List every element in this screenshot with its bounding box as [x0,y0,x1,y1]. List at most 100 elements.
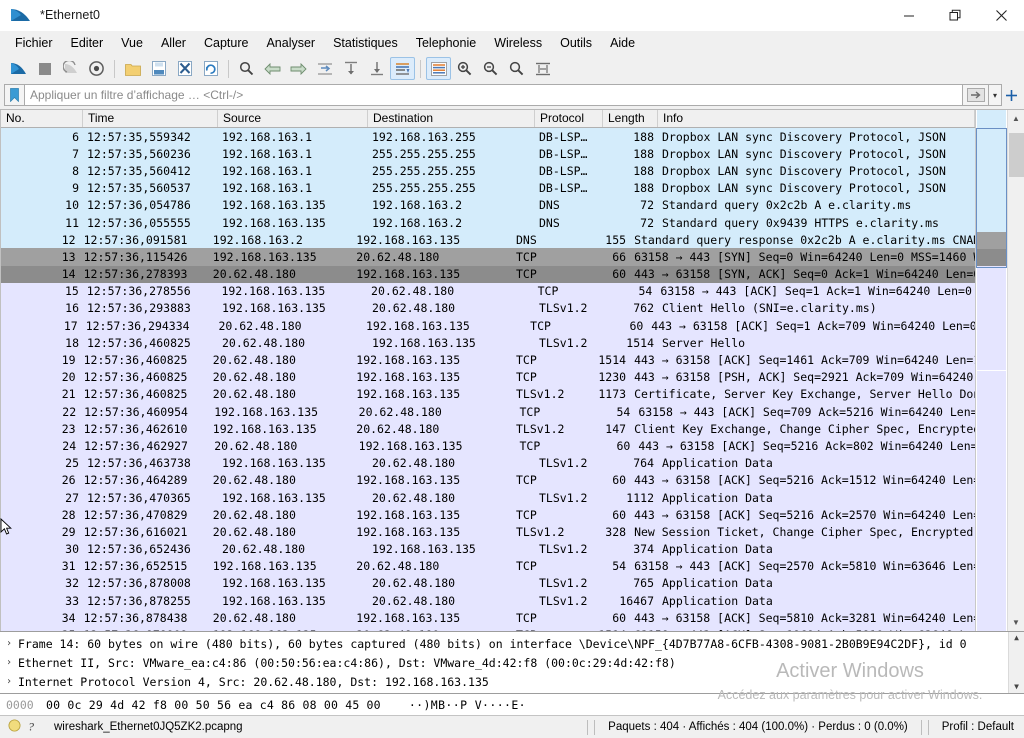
packet-list-rows[interactable]: 6 12:57:35,559342 192.168.163.1 192.168.163… [1,128,975,631]
packet-list-header[interactable]: No. Time Source Destination Protocol Length In… [1,110,975,128]
menu-vue[interactable]: Vue [112,33,152,54]
packet-list-scrollbar[interactable]: ▲ ▼ [1007,110,1024,631]
menu-telephonie[interactable]: Telephonie [407,33,485,54]
minimap-row[interactable] [977,335,1006,354]
close-file-icon[interactable] [172,57,197,80]
minimap-row[interactable] [977,405,1006,423]
minimap-row[interactable] [977,578,1006,597]
go-back-icon[interactable] [260,57,285,80]
display-filter-input-wrap[interactable] [24,84,963,106]
details-scroll-up-arrow-icon[interactable]: ▲ [1014,632,1019,644]
menu-analyser[interactable]: Analyser [257,33,324,54]
expand-triangle-icon[interactable]: › [0,676,18,687]
table-row[interactable]: 14 12:57:36,278393 20.62.48.180 192.168.163… [1,265,975,283]
table-row[interactable]: 19 12:57:36,460825 20.62.48.180 192.168.163… [1,351,975,369]
table-row[interactable]: 21 12:57:36,460825 20.62.48.180 192.168.163… [1,385,975,403]
minimap-row[interactable] [977,110,1006,128]
filter-apply-arrow-icon[interactable] [963,84,989,106]
capture-file-properties-icon[interactable]: ? [27,719,40,736]
minimap-row[interactable] [977,353,1006,371]
detail-tree-item[interactable]: › Ethernet II, Src: VMware_ea:c4:86 (00:5… [0,653,1008,672]
go-to-packet-icon[interactable] [312,57,337,80]
table-row[interactable]: 7 12:57:35,560236 192.168.163.1 255.255.255… [1,145,975,163]
scrollbar-thumb[interactable] [1008,133,1024,177]
table-row[interactable]: 23 12:57:36,462610 192.168.163.135 20.62.48… [1,420,975,438]
expand-triangle-icon[interactable]: › [0,657,18,668]
table-row[interactable]: 6 12:57:35,559342 192.168.163.1 192.168.163… [1,128,975,146]
add-filter-button[interactable] [1002,84,1020,106]
table-row[interactable]: 22 12:57:36,460954 192.168.163.135 20.62.48… [1,403,975,421]
close-button[interactable] [978,0,1024,31]
minimap-row[interactable] [977,266,1006,284]
minimap-row[interactable] [977,318,1006,336]
auto-scroll-icon[interactable] [390,57,415,80]
minimap-row[interactable] [977,561,1006,579]
packet-details-rows[interactable]: › Frame 14: 60 bytes on wire (480 bits), … [0,632,1008,693]
menu-aller[interactable]: Aller [152,33,195,54]
scroll-down-arrow-icon[interactable]: ▼ [1008,614,1024,631]
column-header-no[interactable]: No. [1,110,83,127]
filter-bookmark-icon[interactable] [4,84,24,106]
packet-details-pane[interactable]: › Frame 14: 60 bytes on wire (480 bits), … [0,631,1024,693]
table-row[interactable]: 32 12:57:36,878008 192.168.163.135 20.62.48… [1,574,975,593]
minimap-row[interactable] [977,127,1006,145]
table-row[interactable]: 26 12:57:36,464289 20.62.48.180 192.168.163… [1,471,975,489]
expand-triangle-icon[interactable]: › [0,638,18,649]
table-row[interactable]: 33 12:57:36,878255 192.168.163.135 20.62.48… [1,592,975,610]
menu-editer[interactable]: Editer [62,33,113,54]
expert-info-icon[interactable] [8,719,21,735]
minimap-row[interactable] [977,492,1006,510]
profile-indicator[interactable]: Profil : Default [932,721,1024,733]
stop-capture-icon[interactable] [32,57,57,80]
table-row[interactable]: 15 12:57:36,278556 192.168.163.135 20.62.48… [1,282,975,300]
open-file-icon[interactable] [120,57,145,80]
minimap-row[interactable] [977,457,1006,475]
table-row[interactable]: 30 12:57:36,652436 20.62.48.180 192.168.163… [1,540,975,558]
minimap-row[interactable] [977,439,1006,458]
save-file-icon[interactable] [146,57,171,80]
minimap-row[interactable] [977,248,1006,267]
minimap-row[interactable] [977,596,1006,614]
table-row[interactable]: 17 12:57:36,294334 20.62.48.180 192.168.163… [1,317,975,335]
table-row[interactable]: 12 12:57:36,091581 192.168.163.2 192.168.16… [1,231,975,249]
menu-outils[interactable]: Outils [551,33,601,54]
column-header-time[interactable]: Time [83,110,218,127]
minimap-row[interactable] [977,387,1006,406]
column-header-proto[interactable]: Protocol [535,110,603,127]
go-first-packet-icon[interactable] [338,57,363,80]
column-header-info[interactable]: Info [658,110,975,127]
table-row[interactable]: 10 12:57:36,054786 192.168.163.135 192.168.… [1,196,975,214]
table-row[interactable]: 9 12:57:35,560537 192.168.163.1 255.255.255… [1,179,975,197]
minimap-row[interactable] [977,162,1006,180]
packet-list[interactable]: No. Time Source Destination Protocol Length In… [0,110,975,631]
minimap-row[interactable] [977,179,1006,197]
display-filter-input[interactable] [30,88,962,102]
detail-tree-item[interactable]: › Internet Protocol Version 4, Src: 20.62… [0,672,1008,691]
resize-columns-icon[interactable] [530,57,555,80]
table-row[interactable]: 29 12:57:36,616021 20.62.48.180 192.168.163… [1,523,975,541]
restart-capture-icon[interactable] [58,57,83,80]
minimap-row[interactable] [977,526,1006,545]
table-row[interactable]: 18 12:57:36,460825 20.62.48.180 192.168.163… [1,334,975,352]
minimap-row[interactable] [977,509,1006,527]
minimap-row[interactable] [977,370,1006,388]
table-row[interactable]: 25 12:57:36,463738 192.168.163.135 20.62.48… [1,454,975,472]
table-row[interactable]: 34 12:57:36,878438 20.62.48.180 192.168.163… [1,609,975,627]
packet-details-scrollbar[interactable]: ▲ ▼ [1008,632,1024,693]
zoom-reset-icon[interactable] [504,57,529,80]
menu-wireless[interactable]: Wireless [485,33,551,54]
packet-bytes-pane[interactable]: 0000 00 0c 29 4d 42 f8 00 50 56 ea c4 86… [0,693,1024,715]
scroll-up-arrow-icon[interactable]: ▲ [1008,110,1024,127]
menu-capture[interactable]: Capture [195,33,257,54]
go-last-packet-icon[interactable] [364,57,389,80]
capture-options-icon[interactable] [84,57,109,80]
minimap-row[interactable] [977,283,1006,302]
details-scroll-down-arrow-icon[interactable]: ▼ [1014,681,1019,693]
minimap-row[interactable] [977,474,1006,493]
start-capture-icon[interactable] [6,57,31,80]
table-row[interactable]: 31 12:57:36,652515 192.168.163.135 20.62.48… [1,557,975,575]
scrollbar-track[interactable] [1008,127,1024,614]
packet-list-minimap[interactable] [975,110,1007,631]
table-row[interactable]: 24 12:57:36,462927 20.62.48.180 192.168.163… [1,437,975,455]
reload-file-icon[interactable] [198,57,223,80]
